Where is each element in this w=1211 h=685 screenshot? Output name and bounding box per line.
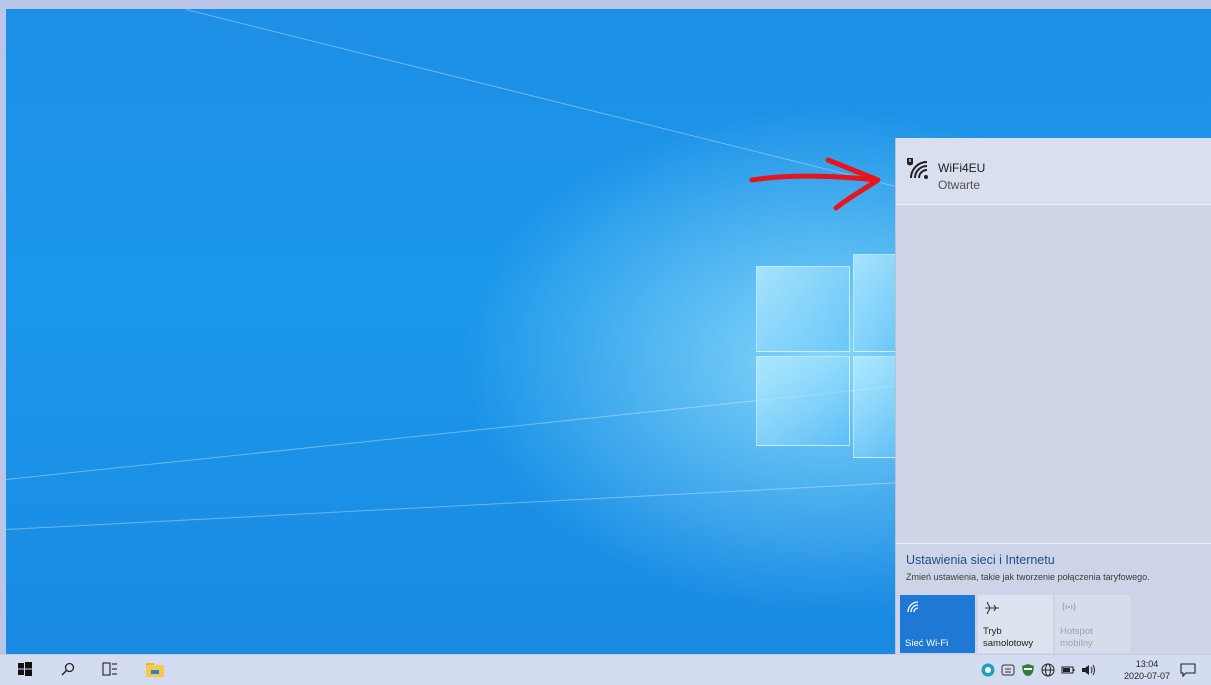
airplane-mode-tile[interactable]: Tryb samolotowy xyxy=(978,595,1053,653)
taskbar: 13:04 2020-07-07 xyxy=(0,654,1211,685)
wifi-unsecured-icon xyxy=(907,158,928,179)
taskbar-clock[interactable]: 13:04 2020-07-07 xyxy=(1124,658,1170,682)
file-explorer-icon[interactable] xyxy=(146,662,164,677)
security-app-icon[interactable] xyxy=(981,663,995,677)
network-globe-icon[interactable] xyxy=(1041,663,1055,677)
hotspot-icon xyxy=(1062,602,1076,612)
airplane-label-line1: Tryb xyxy=(983,626,1002,637)
red-arrow-annotation xyxy=(749,157,881,211)
tray-app-icon[interactable] xyxy=(1001,663,1015,677)
hotspot-label-line2: mobilny xyxy=(1060,638,1093,649)
network-settings-link[interactable]: Ustawienia sieci i Internetu xyxy=(906,553,1055,567)
wallpaper-light-beam xyxy=(6,481,905,530)
network-name: WiFi4EU xyxy=(938,161,986,175)
wifi-toggle-tile[interactable]: Sieć Wi-Fi xyxy=(900,595,975,653)
start-windows-icon[interactable] xyxy=(18,662,32,676)
network-settings-section: Ustawienia sieci i Internetu Zmień ustaw… xyxy=(896,543,1211,655)
network-settings-description: Zmień ustawienia, takie jak tworzenie po… xyxy=(906,572,1150,582)
network-flyout: WiFi4EU Otwarte Ustawienia sieci i Inter… xyxy=(895,138,1211,655)
clock-time: 13:04 xyxy=(1135,659,1159,669)
battery-icon[interactable] xyxy=(1061,663,1075,677)
search-icon[interactable] xyxy=(61,662,75,676)
wifi-icon xyxy=(907,601,919,613)
hotspot-tile-label: Hotspot mobilny xyxy=(1060,626,1093,650)
action-center-icon[interactable] xyxy=(1180,662,1196,678)
network-status: Otwarte xyxy=(938,178,981,192)
volume-icon[interactable] xyxy=(1081,663,1097,677)
defender-shield-icon[interactable] xyxy=(1021,663,1035,677)
airplane-icon xyxy=(985,601,999,615)
airplane-label-line2: samolotowy xyxy=(983,638,1034,649)
network-item-wifi4eu[interactable]: WiFi4EU Otwarte xyxy=(896,138,1211,205)
mobile-hotspot-tile[interactable]: Hotspot mobilny xyxy=(1055,595,1130,653)
airplane-tile-label: Tryb samolotowy xyxy=(983,626,1033,650)
wifi-tile-label: Sieć Wi-Fi xyxy=(905,638,949,649)
hotspot-label-line1: Hotspot xyxy=(1060,626,1093,637)
task-view-icon[interactable] xyxy=(102,662,118,676)
clock-date: 2020-07-07 xyxy=(1124,671,1171,681)
